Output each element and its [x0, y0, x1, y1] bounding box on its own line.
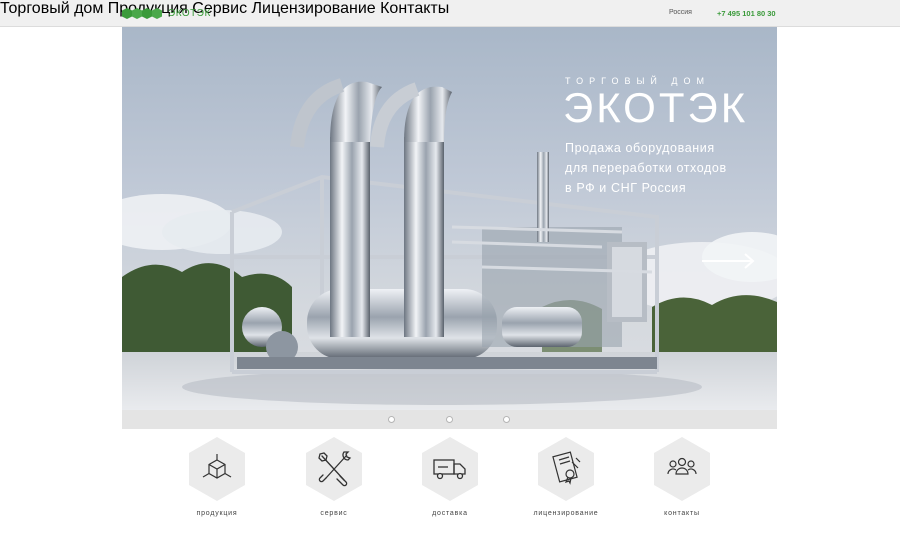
slider-dot-1[interactable]: [388, 416, 395, 423]
arrow-right-icon[interactable]: [702, 253, 756, 269]
nav-contacts[interactable]: Контакты: [380, 0, 449, 17]
hero-text-line-1: Продажа оборудования: [565, 141, 715, 155]
phone-number[interactable]: +7 495 101 80 30: [717, 9, 776, 18]
license-icon: [538, 437, 594, 501]
slider-pagination: [122, 410, 777, 429]
service-delivery[interactable]: доставка: [405, 436, 495, 517]
truck-icon: [422, 437, 478, 501]
nav-licensing[interactable]: Лицензирование: [252, 0, 376, 17]
hero-slide: ТОРГОВЫЙ ДОМ ЭКОТЭК Продажа оборудования…: [122, 27, 777, 410]
site-header: ЭКОТЭК Торговый дом Продукция Сервис Лиц…: [0, 0, 900, 27]
nav-trade-house[interactable]: Торговый дом: [0, 0, 103, 17]
service-contacts-label: контакты: [664, 510, 700, 517]
service-delivery-label: доставка: [432, 510, 468, 517]
service-licensing[interactable]: лицензирование: [521, 436, 611, 517]
service-products-label: продукция: [196, 510, 238, 517]
hero-text-line-3: в РФ и СНГ Россия: [565, 181, 687, 195]
region-selector[interactable]: Россия: [669, 9, 692, 16]
tools-icon: [306, 437, 362, 501]
hero-text-line-2: для переработки отходов: [565, 161, 727, 175]
service-products[interactable]: продукция: [172, 436, 262, 517]
service-licensing-label: лицензирование: [533, 510, 599, 517]
hero-title: ЭКОТЭК: [563, 84, 749, 131]
logo-cubes-icon: [122, 7, 162, 19]
brand-name: ЭКОТЭК: [168, 7, 211, 19]
slider-dot-3[interactable]: [503, 416, 510, 423]
people-icon: [654, 437, 710, 501]
slider-dot-2[interactable]: [446, 416, 453, 423]
service-contacts[interactable]: контакты: [637, 436, 727, 517]
cube-icon: [189, 437, 245, 501]
service-service[interactable]: сервис: [289, 436, 379, 517]
service-service-label: сервис: [320, 510, 348, 517]
logo[interactable]: ЭКОТЭК: [122, 6, 211, 20]
